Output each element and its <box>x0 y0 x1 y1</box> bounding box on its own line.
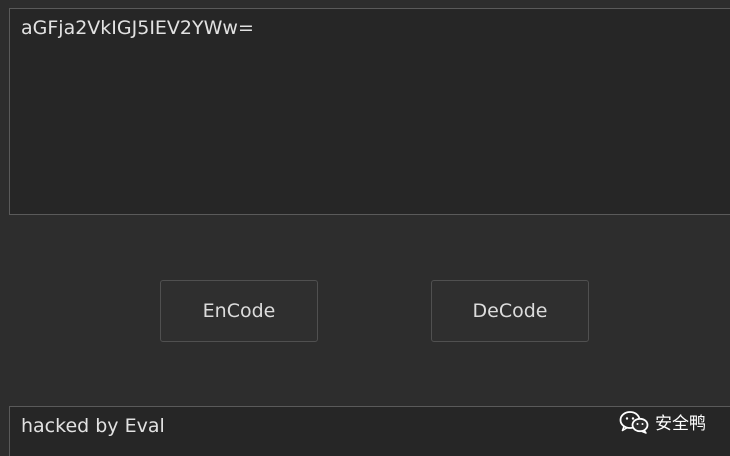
input-textarea[interactable]: aGFja2VkIGJ5IEV2YWw= <box>9 8 730 215</box>
watermark-text: 安全鸭 <box>655 414 706 434</box>
wechat-icon <box>619 410 649 434</box>
encode-button[interactable]: EnCode <box>160 280 318 342</box>
watermark: 安全鸭 <box>619 409 706 434</box>
decode-button[interactable]: DeCode <box>431 280 589 342</box>
app-window: aGFja2VkIGJ5IEV2YWw= EnCode DeCode hacke… <box>0 0 730 456</box>
